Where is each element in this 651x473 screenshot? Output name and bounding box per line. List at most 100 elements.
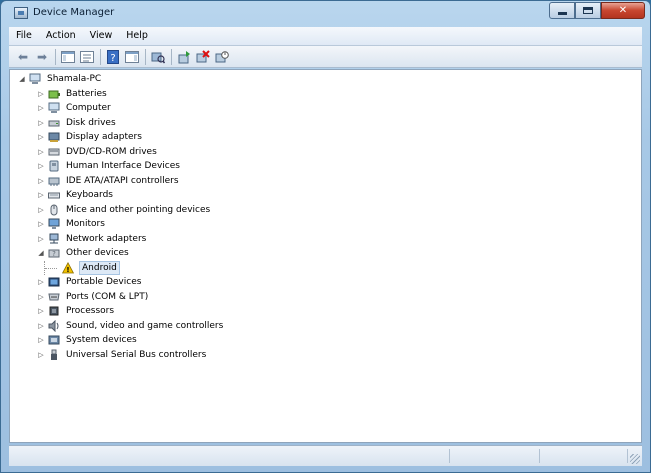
device-manager-icon (14, 7, 28, 19)
computer-icon (29, 73, 41, 85)
uninstall-icon (196, 49, 210, 62)
tree-item-label: Ports (COM & LPT) (66, 291, 149, 302)
forward-button[interactable]: ➡ (34, 49, 50, 65)
tree-item-label: System devices (66, 335, 137, 345)
expand-arrow-icon[interactable]: ▷ (37, 350, 45, 360)
tree-item[interactable]: ▷ Ports (COM & LPT) (37, 290, 149, 304)
menu-file[interactable]: File (9, 27, 39, 45)
menu-help[interactable]: Help (119, 27, 155, 45)
menu-action[interactable]: Action (39, 27, 83, 45)
tree-child-item[interactable]: ! Android (44, 260, 120, 275)
dvd-drive-icon (48, 146, 60, 158)
menu-view[interactable]: View (83, 27, 120, 45)
expand-arrow-icon[interactable]: ▷ (37, 234, 45, 244)
close-button[interactable]: ✕ (601, 2, 645, 19)
ide-controller-icon (48, 175, 60, 187)
tree-item[interactable]: ◢? Other devices (37, 246, 130, 260)
expand-arrow-icon[interactable]: ▷ (37, 118, 45, 128)
window-title: Device Manager (33, 7, 115, 18)
monitor-icon (48, 218, 60, 230)
expand-arrow-icon[interactable]: ▷ (37, 292, 45, 302)
tree-item[interactable]: ▷ Display adapters (37, 130, 143, 144)
resize-grip[interactable] (630, 454, 640, 464)
tree-item[interactable]: ▷ Portable Devices (37, 275, 142, 289)
update-driver-button[interactable] (176, 49, 192, 65)
expand-arrow-icon[interactable]: ▷ (37, 321, 45, 331)
minimize-button[interactable] (549, 2, 575, 19)
tree-item-label: Keyboards (66, 190, 113, 200)
tree-item[interactable]: ▷ Processors (37, 304, 115, 318)
collapse-arrow-icon[interactable]: ◢ (37, 248, 45, 258)
tree-item[interactable]: ▷ Disk drives (37, 116, 117, 130)
tree-item[interactable]: ▷ Computer (37, 101, 112, 115)
expand-arrow-icon[interactable]: ▷ (37, 277, 45, 287)
tree-item[interactable]: ▷ IDE ATA/ATAPI controllers (37, 174, 180, 188)
tree-item-label: IDE ATA/ATAPI controllers (66, 175, 179, 186)
tree-item[interactable]: ▷ Sound, video and game controllers (37, 319, 224, 333)
display-adapter-icon (48, 131, 60, 143)
scan-hardware-icon (151, 52, 165, 63)
tree-item[interactable]: ▷ Keyboards (37, 188, 114, 202)
port-icon (48, 291, 60, 303)
expand-arrow-icon[interactable]: ▷ (37, 190, 45, 200)
usb-icon (48, 349, 60, 361)
title-bar[interactable]: Device Manager ✕ (1, 1, 650, 27)
tree-item-label: Portable Devices (66, 277, 142, 287)
tree-item-label: Processors (66, 306, 115, 316)
tree-item[interactable]: ▷ Network adapters (37, 232, 147, 246)
svg-text:?: ? (110, 53, 115, 64)
properties-pane-button[interactable] (79, 49, 95, 65)
menu-bar: File Action View Help (9, 27, 642, 46)
scan-hardware-button[interactable] (150, 49, 166, 65)
help-icon: ? (107, 49, 119, 64)
expand-arrow-icon[interactable]: ▷ (37, 306, 45, 316)
tree-item[interactable]: ▷ Universal Serial Bus controllers (37, 348, 207, 362)
tree-line (44, 260, 59, 275)
tree-item[interactable]: ▷ Monitors (37, 217, 106, 231)
tree-item-label: Android (79, 260, 120, 275)
tree-item[interactable]: ▷ Human Interface Devices (37, 159, 181, 173)
collapse-arrow-icon[interactable]: ◢ (18, 74, 26, 84)
tree-item-label: Disk drives (66, 117, 116, 128)
tree-item[interactable]: ▷ DVD/CD-ROM drives (37, 145, 158, 159)
action-pane-icon (125, 50, 139, 63)
system-device-icon (48, 334, 60, 346)
expand-arrow-icon[interactable]: ▷ (37, 219, 45, 229)
tree-item[interactable]: ▷ Batteries (37, 87, 108, 101)
uninstall-button[interactable] (195, 49, 211, 65)
tree-item[interactable]: ▷ System devices (37, 333, 138, 347)
status-section (449, 449, 540, 463)
sound-icon (48, 319, 60, 332)
expand-arrow-icon[interactable]: ▷ (37, 205, 45, 215)
disable-button[interactable] (214, 49, 230, 65)
action-pane-button[interactable] (124, 49, 140, 65)
back-button[interactable]: ⬅ (15, 49, 31, 65)
expand-arrow-icon[interactable]: ▷ (37, 176, 45, 186)
toolbar: ⬅ ➡ ? (9, 46, 642, 68)
svg-text:?: ? (52, 250, 56, 258)
expand-arrow-icon[interactable]: ▷ (37, 103, 45, 113)
tree-item[interactable]: ▷ Mice and other pointing devices (37, 203, 211, 217)
warning-icon: ! (62, 261, 74, 274)
tree-root[interactable]: ◢ Shamala-PC (18, 72, 102, 86)
help-button[interactable]: ? (105, 49, 121, 65)
toolbar-separator (171, 48, 172, 65)
computer-icon (48, 102, 60, 114)
tree-item-label: Batteries (66, 88, 107, 99)
back-icon: ⬅ (17, 49, 29, 64)
expand-arrow-icon[interactable]: ▷ (37, 161, 45, 171)
toolbar-separator (145, 48, 146, 65)
other-devices-icon: ? (48, 247, 60, 259)
status-section (539, 449, 628, 463)
tree-item-label: Mice and other pointing devices (66, 204, 211, 215)
expand-arrow-icon[interactable]: ▷ (37, 89, 45, 99)
portable-device-icon (48, 276, 60, 288)
expand-arrow-icon[interactable]: ▷ (37, 335, 45, 345)
show-hide-console-tree-button[interactable] (60, 49, 76, 65)
device-tree[interactable]: ◢ Shamala-PC ▷ Batteries ▷ Computer ▷ Disk dr… (9, 69, 642, 443)
expand-arrow-icon[interactable]: ▷ (37, 132, 45, 142)
status-section (9, 449, 450, 463)
expand-arrow-icon[interactable]: ▷ (37, 147, 45, 157)
maximize-button[interactable] (575, 2, 601, 19)
network-adapter-icon (48, 233, 60, 245)
